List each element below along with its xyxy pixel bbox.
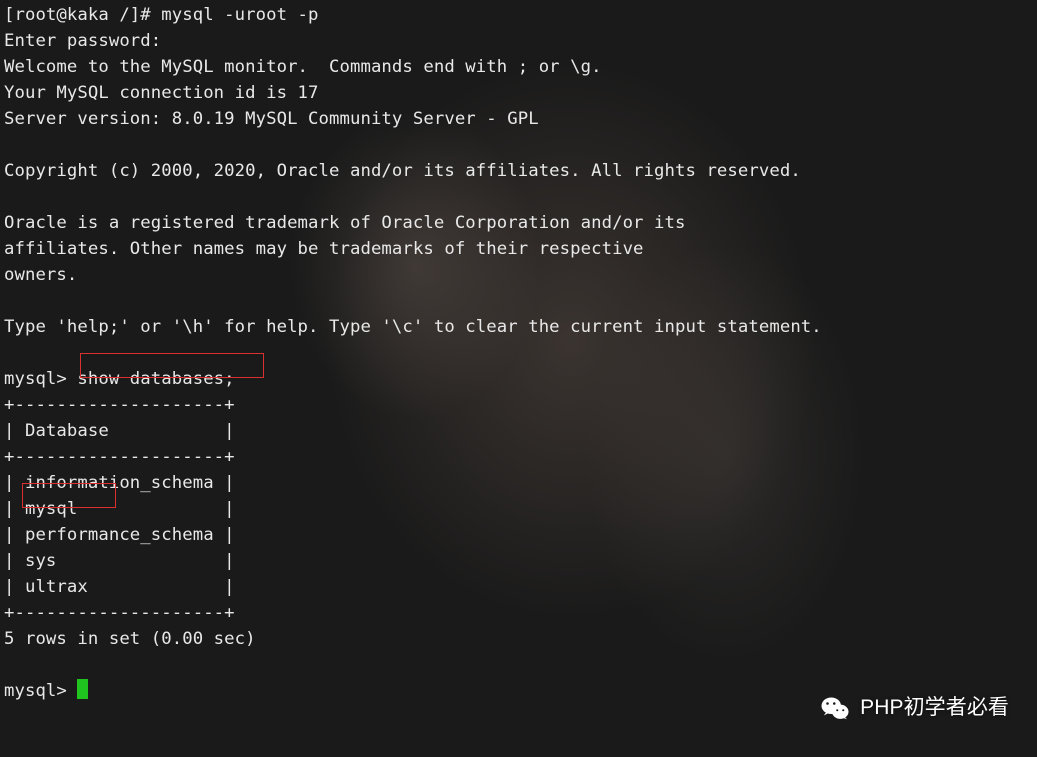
line: | ultrax |: [4, 577, 235, 597]
line: Copyright (c) 2000, 2020, Oracle and/or …: [4, 161, 801, 181]
line: Server version: 8.0.19 MySQL Community S…: [4, 109, 539, 129]
line: +--------------------+: [4, 395, 235, 415]
line: | sys |: [4, 551, 235, 571]
line: Type 'help;' or '\h' for help. Type '\c'…: [4, 317, 822, 337]
line: | performance_schema |: [4, 525, 235, 545]
line: affiliates. Other names may be trademark…: [4, 239, 644, 259]
line: 5 rows in set (0.00 sec): [4, 629, 256, 649]
line: +--------------------+: [4, 603, 235, 623]
line: Your MySQL connection id is 17: [4, 83, 319, 103]
prompt-line[interactable]: mysql>: [4, 681, 77, 701]
highlight-mysql-db: [22, 483, 116, 508]
line: Welcome to the MySQL monitor. Commands e…: [4, 57, 602, 77]
line: [root@kaka /]# mysql -uroot -p: [4, 5, 319, 25]
watermark-text: PHP初学者必看: [860, 695, 1009, 721]
line: Enter password:: [4, 31, 161, 51]
line: Oracle is a registered trademark of Orac…: [4, 213, 685, 233]
cursor-block: [77, 679, 88, 699]
line: owners.: [4, 265, 77, 285]
highlight-show-databases: [80, 353, 264, 378]
wechat-icon: [820, 693, 850, 723]
line: +--------------------+: [4, 447, 235, 467]
line: | Database |: [4, 421, 235, 441]
watermark: PHP初学者必看: [820, 693, 1009, 723]
